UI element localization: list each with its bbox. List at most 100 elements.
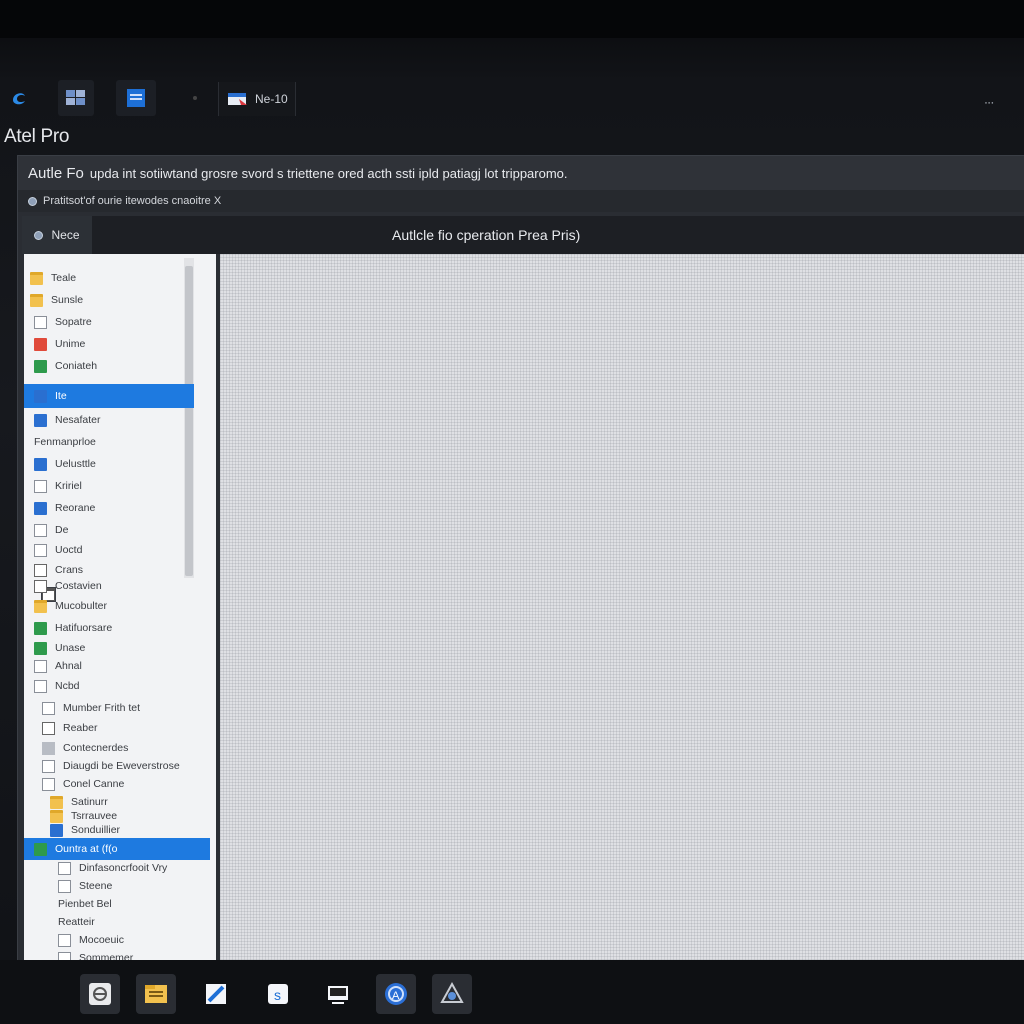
window-subtitle: Pratitsot'of ourie itewodes cnaoitre X [43,195,222,207]
sidebar-item[interactable]: Unase [24,638,194,658]
sidebar-item[interactable]: Unime [24,334,194,354]
assistant-icon[interactable] [432,974,472,1014]
sidebar-item-label: Reorane [55,502,96,514]
sidebar-item[interactable]: Ahnal [24,656,194,676]
sidebar-item[interactable]: Reatteir [24,912,194,932]
notes-icon[interactable] [196,974,236,1014]
browser-icon[interactable] [4,80,34,116]
sidebar-item[interactable]: Ite [24,384,194,408]
document-icon [58,879,71,893]
sidebar-item[interactable]: Kririel [24,476,194,496]
sidebar-item[interactable]: Nesafater [24,410,194,430]
window-app-icon[interactable] [116,80,156,116]
sidebar-item-label: Reaber [63,722,98,734]
sidebar-item[interactable]: Teale [24,268,194,288]
sidebar-item-label: Mocoeuic [79,934,124,946]
terminal-icon[interactable] [318,974,358,1014]
gray-icon [42,741,55,755]
sidebar-item[interactable]: Uoctd [24,540,194,560]
sidebar-item[interactable]: Conel Canne [24,774,194,794]
app-title: Atel Pro [4,126,70,147]
folder-icon [30,271,43,285]
tab-label: Ne-10 [255,92,288,106]
checkbox-icon [34,563,47,577]
sidebar-item-label: Coniateh [55,360,98,372]
sidebar-item[interactable]: Diaugdi be Eweverstrose [24,756,194,776]
sidebar-item-label: Pienbet Bel [58,898,112,910]
sidebar-item[interactable]: Uelusttle [24,454,194,474]
content-title: Autlcle fio cperation Prea Pris) [392,227,581,243]
file-icon [34,389,47,403]
document-icon [58,933,71,947]
blue-window-icon [34,457,47,471]
taskbar: s A [0,960,1024,1024]
monitor-screen: Ne-10 ⸳⸳⸳ Atel Pro Autle Fo upda int sot… [0,0,1024,1024]
checkbox-icon [42,721,55,735]
sidebar-item-label: Crans [55,564,84,576]
sidebar-item[interactable]: Mocoeuic [24,930,194,950]
sidebar-item[interactable]: De [24,520,194,540]
svg-text:A: A [392,990,400,1002]
document-tab[interactable]: Ne-10 [218,82,296,116]
sidebar-item-label: Kririel [55,480,82,492]
sidebar-item[interactable]: Mucobulter [24,596,194,616]
green-file-icon [34,842,47,856]
sidebar-item[interactable]: Costavien [24,576,194,596]
sidebar-item[interactable]: Reaber [24,718,194,738]
overflow-icon[interactable]: ⸳⸳⸳ [984,92,994,109]
sidebar-item[interactable]: Ncbd [24,676,194,696]
sidebar-item-label: Diaugdi be Eweverstrose [63,760,180,772]
sidebar-item[interactable]: Sonduillier [24,820,194,840]
nav-icon [34,230,44,240]
document-icon [42,759,55,773]
sidebar-item-label: Sunsle [51,294,84,306]
folder-icon [34,599,47,613]
document-icon [34,679,47,693]
sidebar-item[interactable]: Ountra at (f(o [24,838,210,860]
sidebar-item[interactable]: Contecnerdes [24,738,194,758]
sidebar-item-label: Fenmanprloe [34,436,96,448]
sidebar-item[interactable]: Coniateh [24,356,194,376]
top-toolbar: Ne-10 ⸳⸳⸳ [0,72,1024,124]
sidebar-item[interactable]: Fenmanprloe [24,432,194,601]
sidebar-item[interactable]: Pienbet Bel [24,894,194,914]
sidebar-item[interactable]: Sopatre [24,312,194,332]
separator-dot-icon [186,80,204,116]
browser-app-icon[interactable]: A [376,974,416,1014]
file-explorer-icon[interactable] [136,974,176,1014]
sidebar-item-label: Mumber Frith tet [63,702,141,714]
sidebar-item-label: Hatifuorsare [55,622,113,634]
monitor-bezel [0,0,1024,38]
blue-file-icon [50,823,63,837]
folder-icon [30,293,43,307]
dialog-window: Autle Fo upda int sotiiwtand grosre svor… [18,156,1024,986]
tab-file-icon [228,93,247,105]
window-title: Autle Fo [28,164,84,182]
window-title-description: upda int sotiiwtand grosre svord s triet… [89,165,568,181]
sidebar-item-label: Mucobulter [55,600,107,612]
sidebar-item-label: Uelusttle [55,458,96,470]
sidebar-item[interactable]: Reorane [24,498,194,518]
nav-button-label: Nece [51,228,80,242]
sidebar-item[interactable]: Hatifuorsare [24,618,194,638]
sidebar-item-label: De [55,524,69,536]
sidebar-item-label: Steene [79,880,113,892]
sidebar-item[interactable]: Steene [24,876,194,896]
settings-icon[interactable] [80,974,120,1014]
main-canvas[interactable] [220,254,1024,972]
nav-button[interactable]: Nece [22,216,92,254]
sidebar-item[interactable]: Dinfasoncrfooit Vry [24,858,194,878]
info-icon [28,196,37,206]
sidebar-item-label: Costavien [55,580,102,592]
sidebar-item-label: Ahnal [55,660,82,672]
sidebar-item-label: Nesafater [55,414,101,426]
document-icon [34,523,47,537]
sidebar-item[interactable]: Mumber Frith tet [24,698,194,718]
window-subtitle-bar: Pratitsot'of ourie itewodes cnaoitre X [18,190,1024,212]
sidebar-item[interactable]: Sunsle [24,290,194,310]
spreadsheet-icon [34,359,47,373]
sidebar-item-label: Teale [51,272,77,284]
store-icon[interactable]: s [258,974,298,1014]
svg-text:s: s [274,987,281,1003]
grid-app-icon[interactable] [58,80,94,116]
